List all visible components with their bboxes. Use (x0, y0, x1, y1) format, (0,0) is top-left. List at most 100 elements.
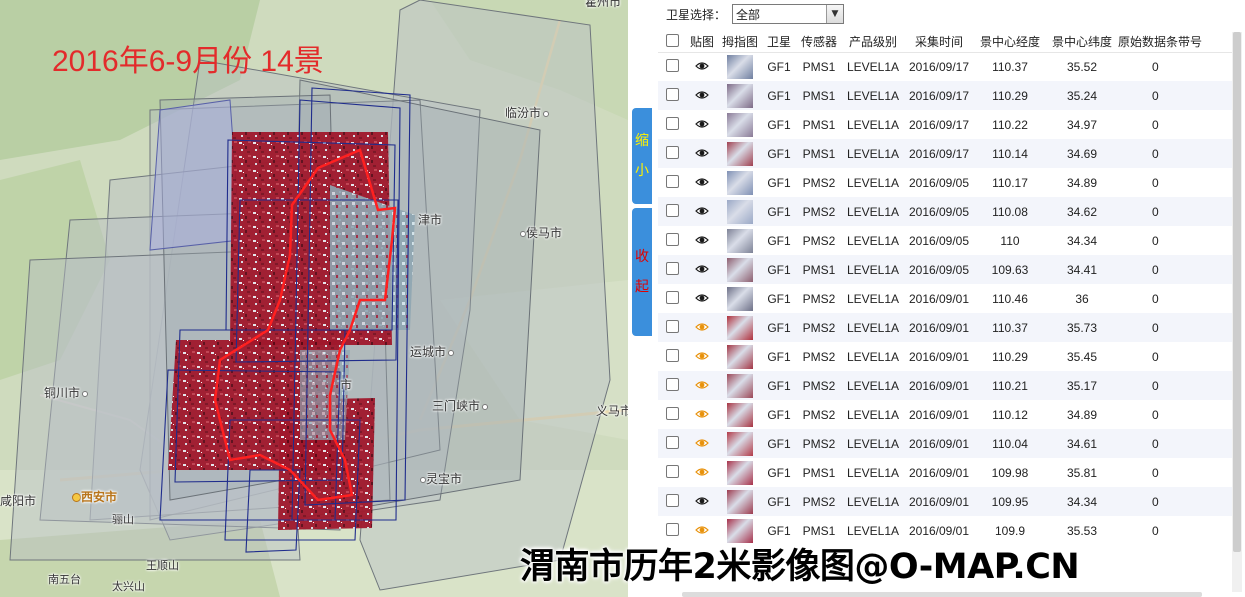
row-checkbox[interactable] (665, 493, 679, 507)
overlay-toggle[interactable] (686, 197, 718, 226)
eye-icon[interactable] (695, 176, 709, 190)
row-select-cell[interactable] (658, 168, 686, 197)
column-header[interactable]: 卫星 (762, 32, 796, 53)
overlay-toggle[interactable] (686, 284, 718, 313)
overlay-toggle[interactable] (686, 400, 718, 429)
collapse-tab[interactable]: 收 起 (632, 208, 652, 336)
eye-icon[interactable] (695, 379, 709, 393)
overlay-toggle[interactable] (686, 139, 718, 168)
scene-thumbnail[interactable] (727, 83, 753, 108)
scene-thumbnail[interactable] (727, 431, 753, 456)
scene-thumbnail[interactable] (727, 402, 753, 427)
eye-icon[interactable] (695, 408, 709, 422)
scene-thumbnail[interactable] (727, 286, 753, 311)
row-select-cell[interactable] (658, 226, 686, 255)
eye-icon[interactable] (695, 292, 709, 306)
row-select-cell[interactable] (658, 458, 686, 487)
table-row[interactable]: GF1 PMS2 LEVEL1A 2016/09/01 110.04 34.61 0 (658, 429, 1232, 458)
thumbnail-cell[interactable] (718, 52, 762, 81)
thumbnail-cell[interactable] (718, 342, 762, 371)
thumbnail-cell[interactable] (718, 400, 762, 429)
row-checkbox[interactable] (665, 174, 679, 188)
row-select-cell[interactable] (658, 255, 686, 284)
row-select-cell[interactable] (658, 429, 686, 458)
thumbnail-cell[interactable] (718, 139, 762, 168)
eye-icon[interactable] (695, 321, 709, 335)
column-header[interactable]: 原始数据条带号 (1118, 32, 1232, 53)
scene-thumbnail[interactable] (727, 228, 753, 253)
scene-thumbnail[interactable] (727, 170, 753, 195)
row-checkbox[interactable] (665, 232, 679, 246)
row-checkbox[interactable] (665, 464, 679, 478)
scrollbar-thumb[interactable] (1233, 32, 1241, 552)
scene-thumbnail[interactable] (727, 54, 753, 79)
column-header[interactable]: 景中心纬度 (1046, 32, 1118, 53)
row-checkbox[interactable] (665, 406, 679, 420)
row-checkbox[interactable] (665, 145, 679, 159)
overlay-toggle[interactable] (686, 226, 718, 255)
thumbnail-cell[interactable] (718, 226, 762, 255)
scene-thumbnail[interactable] (727, 315, 753, 340)
thumbnail-cell[interactable] (718, 371, 762, 400)
table-row[interactable]: GF1 PMS2 LEVEL1A 2016/09/01 110.37 35.73 0 (658, 313, 1232, 342)
column-header[interactable]: 采集时间 (904, 32, 974, 53)
eye-icon[interactable] (695, 350, 709, 364)
row-select-cell[interactable] (658, 313, 686, 342)
eye-icon[interactable] (695, 437, 709, 451)
row-checkbox[interactable] (665, 261, 679, 275)
overlay-toggle[interactable] (686, 429, 718, 458)
row-select-cell[interactable] (658, 52, 686, 81)
overlay-toggle[interactable] (686, 81, 718, 110)
scene-thumbnail[interactable] (727, 112, 753, 137)
table-row[interactable]: GF1 PMS1 LEVEL1A 2016/09/01 109.98 35.81 0 (658, 458, 1232, 487)
eye-icon[interactable] (695, 263, 709, 277)
column-header[interactable]: 拇指图 (718, 32, 762, 53)
row-select-cell[interactable] (658, 139, 686, 168)
table-row[interactable]: GF1 PMS2 LEVEL1A 2016/09/05 110.08 34.62 0 (658, 197, 1232, 226)
eye-icon[interactable] (695, 147, 709, 161)
overlay-toggle[interactable] (686, 458, 718, 487)
table-row[interactable]: GF1 PMS1 LEVEL1A 2016/09/17 110.37 35.52 0 (658, 52, 1232, 81)
scene-thumbnail[interactable] (727, 344, 753, 369)
column-header[interactable]: 贴图 (686, 32, 718, 53)
scene-thumbnail[interactable] (727, 199, 753, 224)
table-row[interactable]: GF1 PMS2 LEVEL1A 2016/09/01 110.46 36 0 (658, 284, 1232, 313)
row-checkbox[interactable] (665, 290, 679, 304)
overlay-toggle[interactable] (686, 110, 718, 139)
eye-icon[interactable] (695, 495, 709, 509)
table-row[interactable]: GF1 PMS2 LEVEL1A 2016/09/01 110.29 35.45 0 (658, 342, 1232, 371)
scene-thumbnail[interactable] (727, 257, 753, 282)
column-header[interactable]: 产品级别 (842, 32, 904, 53)
horizontal-scrollbar[interactable] (682, 592, 1202, 597)
eye-icon[interactable] (695, 234, 709, 248)
satellite-select[interactable]: 全部 ▼ (732, 4, 845, 24)
thumbnail-cell[interactable] (718, 458, 762, 487)
row-select-cell[interactable] (658, 400, 686, 429)
table-row[interactable]: GF1 PMS1 LEVEL1A 2016/09/17 110.29 35.24 0 (658, 81, 1232, 110)
row-select-cell[interactable] (658, 371, 686, 400)
row-select-cell[interactable] (658, 487, 686, 516)
row-select-cell[interactable] (658, 284, 686, 313)
thumbnail-cell[interactable] (718, 313, 762, 342)
row-checkbox[interactable] (665, 58, 679, 72)
shrink-tab[interactable]: 缩 小 (632, 108, 652, 204)
row-checkbox[interactable] (665, 87, 679, 101)
row-checkbox[interactable] (665, 203, 679, 217)
overlay-toggle[interactable] (686, 313, 718, 342)
chevron-down-icon[interactable]: ▼ (826, 5, 844, 23)
row-checkbox[interactable] (665, 116, 679, 130)
row-select-cell[interactable] (658, 81, 686, 110)
table-row[interactable]: GF1 PMS2 LEVEL1A 2016/09/05 110.17 34.89 0 (658, 168, 1232, 197)
select-all-cell[interactable] (658, 32, 686, 53)
table-row[interactable]: GF1 PMS2 LEVEL1A 2016/09/01 110.12 34.89 0 (658, 400, 1232, 429)
eye-icon[interactable] (695, 524, 709, 538)
select-all-checkbox[interactable] (665, 33, 679, 47)
table-row[interactable]: GF1 PMS2 LEVEL1A 2016/09/01 109.95 34.34 0 (658, 487, 1232, 516)
scene-thumbnail[interactable] (727, 460, 753, 485)
table-row[interactable]: GF1 PMS1 LEVEL1A 2016/09/05 109.63 34.41 0 (658, 255, 1232, 284)
thumbnail-cell[interactable] (718, 168, 762, 197)
eye-icon[interactable] (695, 89, 709, 103)
row-checkbox[interactable] (665, 377, 679, 391)
thumbnail-cell[interactable] (718, 487, 762, 516)
thumbnail-cell[interactable] (718, 429, 762, 458)
